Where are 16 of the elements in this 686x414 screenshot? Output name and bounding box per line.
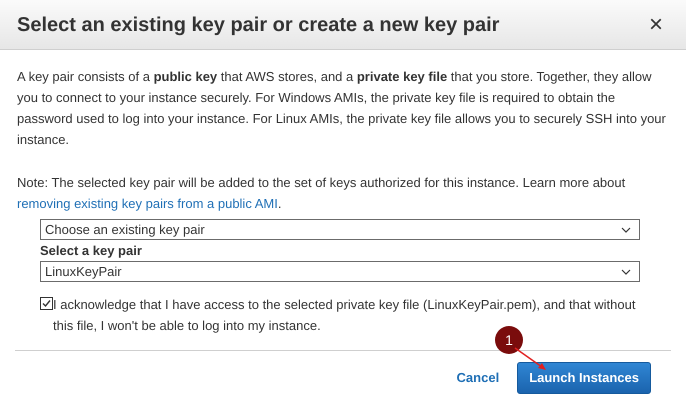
note-text: Note: The selected key pair will be added to the set of keys authorized for this instance. Learn more about removing existing key pairs from a public AMI.	[17, 174, 626, 213]
close-button[interactable]: ×	[648, 12, 669, 36]
learn-more-link[interactable]: removing existing key pairs from a public AMI	[17, 196, 278, 211]
chevron-down-icon	[621, 268, 631, 274]
key-pair-label: Select a key pair	[40, 242, 143, 260]
dropdown[interactable]: Choose an existing key pair	[40, 219, 640, 240]
step-marker: 1	[495, 326, 523, 354]
launch-instances-button[interactable]: Launch Instances	[517, 362, 651, 394]
checkbox[interactable]	[40, 297, 53, 310]
cancel-button[interactable]: Cancel	[456, 368, 500, 388]
dropdown[interactable]: LinuxKeyPair	[40, 261, 640, 282]
chevron-down-icon	[621, 226, 631, 232]
dialog-title: Select an existing key pair or create a new key pair	[17, 12, 500, 38]
description-text: A key pair consists of a public key that AWS stores, and a private key file that you store. Together, they allow you to connect to your instance securely. For Windows AMIs, the private key file is required to obtain the password used to log into your instance. For Linux AMIs, the private key file allows you to securely SSH into your instance.	[17, 68, 667, 149]
checkmark-icon	[41, 298, 52, 309]
arrow	[514, 347, 548, 372]
